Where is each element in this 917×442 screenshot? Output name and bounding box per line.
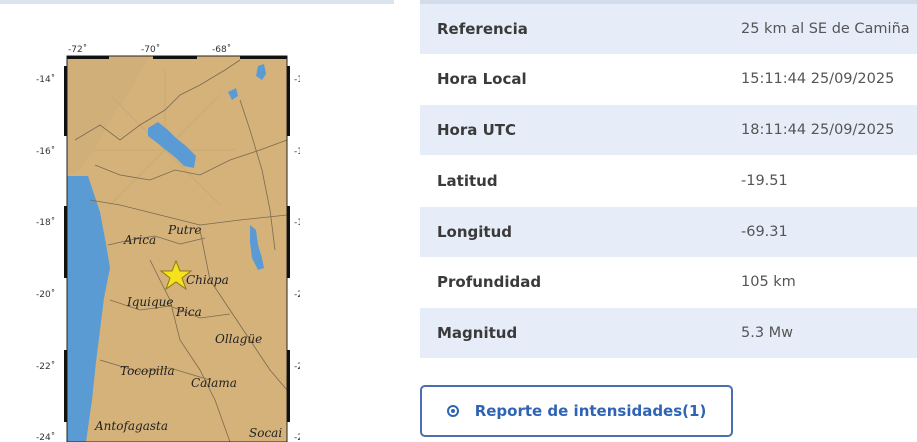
place-iquique: Iquique: [126, 295, 174, 309]
intensity-report-button[interactable]: Reporte de intensidades(1): [420, 385, 733, 437]
lat-tick-label: -20˚: [36, 289, 55, 300]
detail-row-hora-utc: Hora UTC 18:11:44 25/09/2025: [420, 105, 917, 155]
detail-row-hora-local: Hora Local 15:11:44 25/09/2025: [420, 54, 917, 104]
place-tocopilla: Tocopilla: [120, 364, 175, 378]
place-pica: Pica: [175, 305, 202, 319]
lat-tick-labels-right: -14˚ -16˚ -18˚ -20˚ -22˚ -24˚: [294, 74, 300, 442]
detail-label: Latitud: [437, 172, 498, 190]
lat-tick-label: -22˚: [36, 361, 55, 372]
lat-tick-label: -16˚: [36, 146, 55, 157]
lat-tick-label: -24˚: [294, 432, 300, 442]
lat-tick-label: -24˚: [36, 432, 55, 442]
intensity-report-label: Reporte de intensidades(1): [474, 402, 707, 420]
place-chiapa: Chiapa: [186, 273, 229, 287]
detail-row-magnitud: Magnitud 5.3 Mw: [420, 308, 917, 358]
epicenter-map: -72˚ -70˚ -68˚ -14˚ -16˚ -18˚ -20˚ -22˚ …: [0, 40, 300, 442]
lat-tick-label: -20˚: [294, 289, 300, 300]
detail-row-latitud: Latitud -19.51: [420, 156, 917, 206]
lat-tick-label: -22˚: [294, 361, 300, 372]
place-arica: Arica: [123, 233, 156, 247]
detail-row-referencia: Referencia 25 km al SE de Camiña: [420, 4, 917, 54]
detail-value: 15:11:44 25/09/2025: [741, 71, 895, 87]
lat-tick-label: -16˚: [294, 146, 300, 157]
place-ollague: Ollagüe: [215, 332, 262, 346]
lon-tick-label: -70˚: [141, 44, 160, 55]
detail-label: Longitud: [437, 223, 513, 241]
lon-tick-label: -68˚: [212, 44, 231, 55]
detail-value: 5.3 Mw: [741, 325, 794, 341]
detail-row-longitud: Longitud -69.31: [420, 207, 917, 257]
detail-value: -19.51: [741, 173, 788, 189]
lon-tick-label: -72˚: [68, 44, 87, 55]
detail-label: Profundidad: [437, 273, 542, 291]
lat-tick-label: -14˚: [294, 74, 300, 85]
left-panel-top-border: [0, 0, 394, 4]
place-calama: Calama: [191, 376, 237, 390]
lat-tick-label: -14˚: [36, 74, 55, 85]
radio-dot-icon: [446, 405, 459, 417]
detail-label: Referencia: [437, 20, 528, 38]
detail-value: 105 km: [741, 274, 796, 290]
place-socaire: Socai: [249, 426, 282, 440]
detail-row-profundidad: Profundidad 105 km: [420, 257, 917, 307]
place-putre: Putre: [167, 223, 201, 237]
lat-tick-labels-left: -14˚ -16˚ -18˚ -20˚ -22˚ -24˚: [36, 74, 55, 442]
detail-value: 25 km al SE de Camiña: [741, 21, 910, 37]
detail-value: 18:11:44 25/09/2025: [741, 122, 895, 138]
detail-value: -69.31: [741, 224, 788, 240]
place-antofagasta: Antofagasta: [94, 419, 168, 433]
lat-tick-label: -18˚: [294, 217, 300, 228]
lat-tick-label: -18˚: [36, 217, 55, 228]
detail-label: Magnitud: [437, 324, 518, 342]
detail-label: Hora Local: [437, 70, 527, 88]
lon-tick-labels: -72˚ -70˚ -68˚: [68, 44, 231, 55]
detail-label: Hora UTC: [437, 121, 517, 139]
